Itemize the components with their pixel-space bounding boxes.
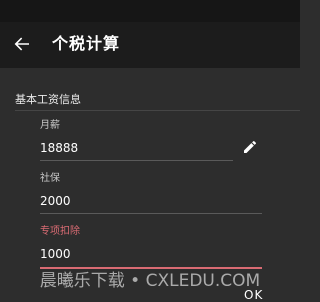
insurance-label: 社保 <box>40 173 60 184</box>
edit-salary-button[interactable] <box>242 139 258 155</box>
salary-input[interactable] <box>40 138 233 158</box>
arrow-back-icon <box>14 37 29 51</box>
insurance-field: 社保 <box>40 173 262 217</box>
insurance-underline <box>40 213 262 214</box>
salary-label: 月薪 <box>40 120 60 131</box>
app-title: 个税计算 <box>52 34 121 53</box>
pencil-icon <box>244 140 257 153</box>
deduction-label: 专项扣除 <box>40 226 80 237</box>
insurance-input[interactable] <box>40 191 262 211</box>
section-title: 基本工资信息 <box>15 93 81 106</box>
back-button[interactable] <box>10 32 34 56</box>
section-divider <box>15 110 300 111</box>
app-screen: 个税计算 基本工资信息 月薪 社保 专项扣除 晨曦乐下载 • CXLEDU.CO… <box>0 0 300 302</box>
ok-button[interactable]: OK <box>244 287 263 302</box>
salary-underline <box>40 160 233 161</box>
deduction-field: 专项扣除 <box>40 226 262 270</box>
deduction-input[interactable] <box>40 244 262 264</box>
status-bar <box>0 0 300 22</box>
deduction-underline <box>40 267 262 269</box>
salary-field: 月薪 <box>40 120 233 164</box>
app-bar: 个税计算 <box>0 22 300 68</box>
